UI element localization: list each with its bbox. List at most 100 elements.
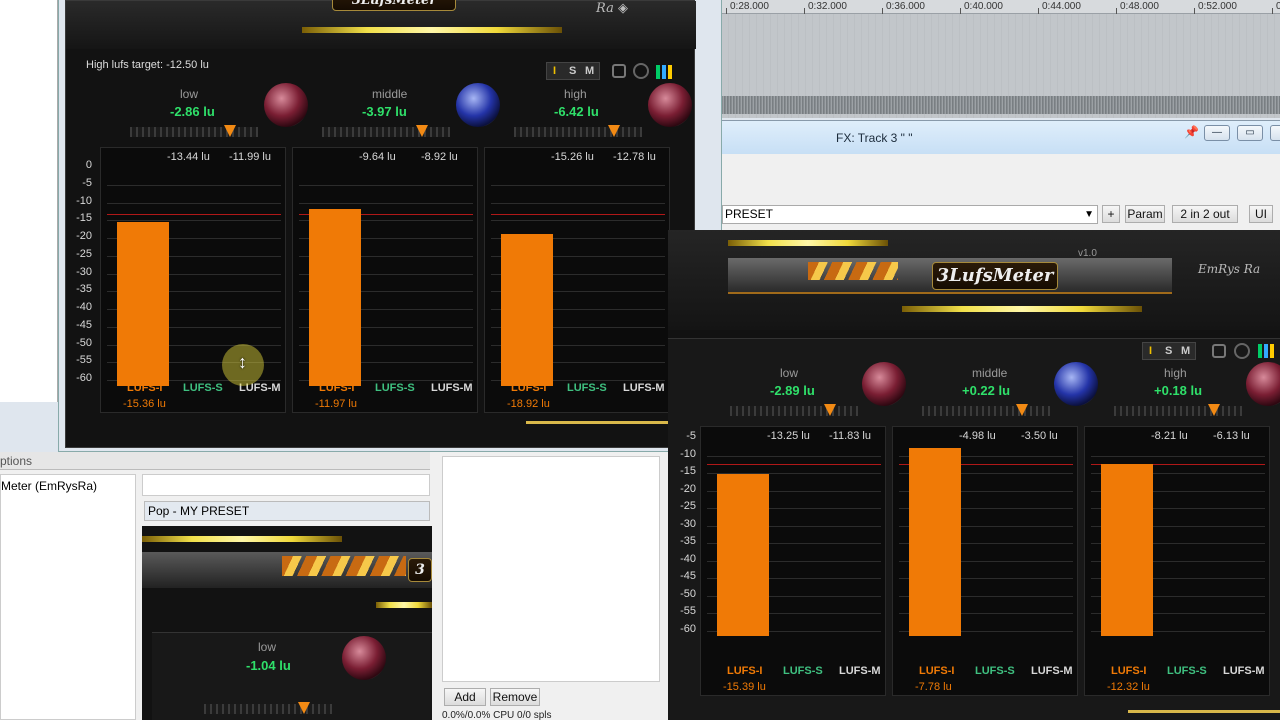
- fx-chain-window: ptions Meter (EmRysRa) Pop - MY PRESET 3…: [0, 452, 722, 720]
- stats-icon[interactable]: [1258, 344, 1274, 358]
- band-value-middle: +0.22 lu: [962, 383, 1011, 398]
- target-line: [107, 213, 281, 215]
- fx-chain-list[interactable]: [442, 456, 660, 682]
- lufs-i-bar: [501, 234, 553, 386]
- ism-s[interactable]: S: [1165, 345, 1172, 357]
- small-gain-knob[interactable]: [342, 636, 386, 680]
- slider-handle-high[interactable]: [1208, 404, 1220, 416]
- preset-selector[interactable]: Pop - MY PRESET: [144, 501, 430, 521]
- ism-m[interactable]: M: [585, 65, 594, 77]
- lufs-i-value: -18.92 lu: [507, 398, 550, 410]
- lufs-s-value: -4.98 lu: [959, 430, 996, 442]
- gain-knob-high[interactable]: [648, 83, 692, 127]
- slider-track-high[interactable]: [1114, 406, 1242, 416]
- y-tick-label: -50: [76, 336, 92, 349]
- meter-box-middle: -4.98 lu -3.50 lu LUFS-I LUFS-S LUFS-M -7.78 …: [892, 426, 1078, 696]
- slider-handle-high[interactable]: [608, 125, 620, 137]
- add-preset-button[interactable]: +: [1102, 205, 1120, 223]
- band-value-middle: -3.97 lu: [362, 104, 407, 119]
- band-value-low: -2.89 lu: [770, 383, 815, 398]
- slider-track-low[interactable]: [730, 406, 858, 416]
- remove-button[interactable]: Remove: [490, 688, 540, 706]
- stats-icon[interactable]: [656, 65, 672, 79]
- gain-knob-low[interactable]: [264, 83, 308, 127]
- pin-icon[interactable]: 📌: [1184, 125, 1199, 139]
- meter-box-high: -8.21 lu -6.13 lu LUFS-I LUFS-S LUFS-M -12.32…: [1084, 426, 1270, 696]
- slider-handle-low[interactable]: [224, 125, 236, 137]
- io-button[interactable]: 2 in 2 out: [1172, 205, 1238, 223]
- grid-line: [491, 184, 665, 186]
- grid-line: [1091, 455, 1265, 457]
- small-slider-handle[interactable]: [298, 702, 310, 714]
- lufs-m-value: -8.92 lu: [421, 151, 458, 163]
- gain-knob-middle[interactable]: [1054, 362, 1098, 406]
- y-tick-label: -20: [76, 230, 92, 242]
- preset-dropdown[interactable]: PRESET ▼: [722, 205, 1098, 224]
- y-tick-label: -55: [680, 605, 696, 617]
- lufs-i-value: -15.36 lu: [123, 398, 166, 410]
- ism-toggle[interactable]: I S M: [546, 62, 600, 80]
- slider-track-low[interactable]: [130, 127, 258, 137]
- y-tick-label: -40: [680, 552, 696, 565]
- band-value-high: -6.42 lu: [554, 104, 599, 119]
- grid-line: [107, 202, 281, 204]
- reset-icon[interactable]: [633, 63, 649, 79]
- y-tick-label: -20: [680, 482, 696, 495]
- left-list-pane[interactable]: [0, 0, 58, 402]
- maximize-button[interactable]: ▭: [1237, 125, 1263, 141]
- fx-window-titlebar[interactable]: FX: Track 3 " " 📌 — ▭ ✕: [722, 120, 1280, 154]
- lufs-m-label: LUFS-M: [431, 382, 473, 394]
- ruler-tick-label: 0:48.000: [1120, 1, 1159, 12]
- y-tick-label: -15: [680, 465, 696, 477]
- ism-i[interactable]: I: [1149, 345, 1152, 357]
- gain-knob-middle[interactable]: [456, 83, 500, 127]
- slider-handle-middle[interactable]: [1016, 404, 1028, 416]
- gold-stripe-2: [902, 306, 1142, 312]
- ism-s[interactable]: S: [569, 65, 576, 77]
- slider-track-middle[interactable]: [922, 406, 1050, 416]
- slider-handle-middle[interactable]: [416, 125, 428, 137]
- timeline-ruler[interactable]: 0:28.000 0:32.000 0:36.000 0:40.000 0:44.000…: [722, 0, 1280, 14]
- gold-stripe: [302, 27, 562, 33]
- band-value-low: -2.86 lu: [170, 104, 215, 119]
- slider-track-middle[interactable]: [322, 127, 450, 137]
- ui-button[interactable]: UI: [1249, 205, 1273, 223]
- y-tick-label: -50: [680, 587, 696, 600]
- slider-handle-low[interactable]: [824, 404, 836, 416]
- grid-line: [707, 455, 881, 457]
- stripe-art: [282, 556, 406, 576]
- param-button[interactable]: Param: [1125, 205, 1165, 223]
- lufs-m-value: -3.50 lu: [1021, 430, 1058, 442]
- ism-m[interactable]: M: [1181, 345, 1190, 357]
- small-slider-track[interactable]: [204, 704, 332, 714]
- main-plugin-window: 3LufsMeter Ra ◈ High lufs target: -12.50…: [58, 0, 722, 452]
- plugin-list-item[interactable]: Meter (EmRysRa): [1, 479, 97, 493]
- plugin-list[interactable]: Meter (EmRysRa): [0, 474, 136, 720]
- grid-line: [491, 220, 665, 222]
- lufs-s-label: LUFS-S: [783, 665, 823, 677]
- lock-icon[interactable]: [1212, 344, 1226, 358]
- close-button[interactable]: ✕: [1270, 125, 1280, 141]
- band-name-high: high: [564, 87, 587, 101]
- meter-box-middle: -9.64 lu -8.92 lu LUFS-I LUFS-S LUFS-M -11.97…: [292, 147, 478, 413]
- gold-accent: [526, 421, 686, 424]
- small-meter-panel: 3 low -1.04 lu: [142, 526, 432, 720]
- minimize-button[interactable]: —: [1204, 125, 1230, 141]
- ism-i[interactable]: I: [553, 65, 556, 77]
- search-field[interactable]: [142, 474, 430, 496]
- track-view[interactable]: 0:28.000 0:32.000 0:36.000 0:40.000 0:44.000…: [722, 0, 1280, 118]
- gold-stripe-2: [376, 602, 432, 608]
- gain-knob-low[interactable]: [862, 362, 906, 406]
- cpu-status: 0.0%/0.0% CPU 0/0 spls: [442, 710, 552, 720]
- ruler-tick-label: 0:56: [1276, 1, 1280, 12]
- add-button[interactable]: Add: [444, 688, 486, 706]
- brand-mark-icon: Ra ◈: [596, 1, 628, 16]
- y-tick-label: -25: [76, 247, 92, 260]
- y-tick-label: -25: [680, 500, 696, 512]
- slider-track-high[interactable]: [514, 127, 642, 137]
- small-logo: 3: [408, 558, 432, 582]
- ism-toggle[interactable]: I S M: [1142, 342, 1196, 360]
- lock-icon[interactable]: [612, 64, 626, 78]
- chevron-down-icon: ▼: [1084, 209, 1094, 220]
- reset-icon[interactable]: [1234, 343, 1250, 359]
